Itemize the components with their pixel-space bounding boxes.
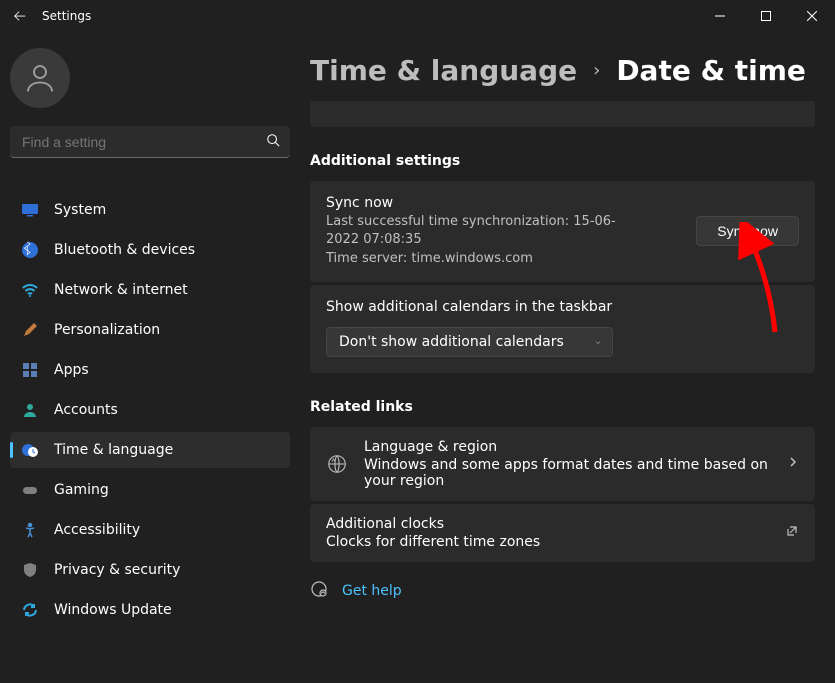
search-input[interactable] bbox=[10, 126, 290, 158]
sidebar-item-accounts[interactable]: Accounts bbox=[10, 392, 290, 428]
sidebar-item-label: Accounts bbox=[54, 402, 118, 418]
sidebar-item-windows-update[interactable]: Windows Update bbox=[10, 592, 290, 628]
page-title: Date & time bbox=[616, 54, 806, 87]
sidebar-item-privacy[interactable]: Privacy & security bbox=[10, 552, 290, 588]
search-icon bbox=[266, 133, 280, 151]
sidebar-item-personalization[interactable]: Personalization bbox=[10, 312, 290, 348]
clock-globe-icon bbox=[20, 440, 40, 460]
additional-clocks-sub: Clocks for different time zones bbox=[326, 534, 769, 550]
sidebar-item-accessibility[interactable]: Accessibility bbox=[10, 512, 290, 548]
sidebar-item-label: Bluetooth & devices bbox=[54, 242, 195, 258]
titlebar: Settings bbox=[0, 0, 835, 32]
calendars-select-value: Don't show additional calendars bbox=[339, 334, 564, 350]
svg-text:A: A bbox=[332, 458, 336, 464]
sidebar-item-gaming[interactable]: Gaming bbox=[10, 472, 290, 508]
section-additional-header: Additional settings bbox=[310, 153, 815, 169]
back-button[interactable] bbox=[10, 6, 30, 26]
gamepad-icon bbox=[20, 480, 40, 500]
search-field[interactable] bbox=[20, 133, 266, 151]
sidebar-item-label: Accessibility bbox=[54, 522, 140, 538]
get-help-label: Get help bbox=[342, 583, 402, 599]
sync-last-sync: Last successful time synchronization: 15… bbox=[326, 213, 646, 248]
sidebar-item-system[interactable]: System bbox=[10, 192, 290, 228]
update-icon bbox=[20, 600, 40, 620]
sidebar-item-label: Apps bbox=[54, 362, 89, 378]
chevron-right-icon: › bbox=[593, 60, 600, 81]
sidebar-item-label: Personalization bbox=[54, 322, 160, 338]
sidebar-item-label: Gaming bbox=[54, 482, 109, 498]
calendars-card: Show additional calendars in the taskbar… bbox=[310, 285, 815, 373]
sync-now-button[interactable]: Sync now bbox=[696, 216, 799, 246]
language-region-link[interactable]: A Language & region Windows and some app… bbox=[310, 427, 815, 501]
breadcrumb: Time & language › Date & time bbox=[310, 54, 815, 87]
paintbrush-icon bbox=[20, 320, 40, 340]
calendars-title: Show additional calendars in the taskbar bbox=[326, 299, 799, 315]
get-help-link[interactable]: Get help bbox=[310, 580, 815, 602]
sync-title: Sync now bbox=[326, 195, 696, 211]
additional-clocks-link[interactable]: Additional clocks Clocks for different t… bbox=[310, 504, 815, 562]
sidebar-item-label: Windows Update bbox=[54, 602, 172, 618]
accessibility-icon bbox=[20, 520, 40, 540]
minimize-button[interactable] bbox=[697, 0, 743, 32]
shield-icon bbox=[20, 560, 40, 580]
help-icon bbox=[310, 580, 328, 602]
section-related-header: Related links bbox=[310, 399, 815, 415]
close-button[interactable] bbox=[789, 0, 835, 32]
sidebar-item-label: System bbox=[54, 202, 106, 218]
avatar[interactable] bbox=[10, 48, 70, 108]
language-region-sub: Windows and some apps format dates and t… bbox=[364, 457, 771, 489]
app-title: Settings bbox=[42, 9, 91, 23]
sidebar-item-time-language[interactable]: Time & language bbox=[10, 432, 290, 468]
collapsed-card bbox=[310, 101, 815, 127]
sidebar-item-label: Privacy & security bbox=[54, 562, 180, 578]
sidebar-item-network[interactable]: Network & internet bbox=[10, 272, 290, 308]
chevron-right-icon bbox=[787, 456, 799, 472]
sidebar-item-apps[interactable]: Apps bbox=[10, 352, 290, 388]
apps-icon bbox=[20, 360, 40, 380]
chevron-down-icon: ⌄ bbox=[594, 336, 602, 347]
system-icon bbox=[20, 200, 40, 220]
calendars-select[interactable]: Don't show additional calendars ⌄ bbox=[326, 327, 613, 357]
language-region-title: Language & region bbox=[364, 439, 771, 455]
breadcrumb-parent[interactable]: Time & language bbox=[310, 54, 577, 87]
sidebar-item-bluetooth[interactable]: Bluetooth & devices bbox=[10, 232, 290, 268]
bluetooth-icon bbox=[20, 240, 40, 260]
sync-card: Sync now Last successful time synchroniz… bbox=[310, 181, 815, 282]
globe-icon: A bbox=[326, 453, 348, 475]
maximize-button[interactable] bbox=[743, 0, 789, 32]
sync-time-server: Time server: time.windows.com bbox=[326, 250, 696, 268]
sidebar-item-label: Time & language bbox=[54, 442, 173, 458]
sidebar-item-label: Network & internet bbox=[54, 282, 188, 298]
open-external-icon bbox=[785, 524, 799, 542]
person-icon bbox=[20, 400, 40, 420]
additional-clocks-title: Additional clocks bbox=[326, 516, 769, 532]
wifi-icon bbox=[20, 280, 40, 300]
